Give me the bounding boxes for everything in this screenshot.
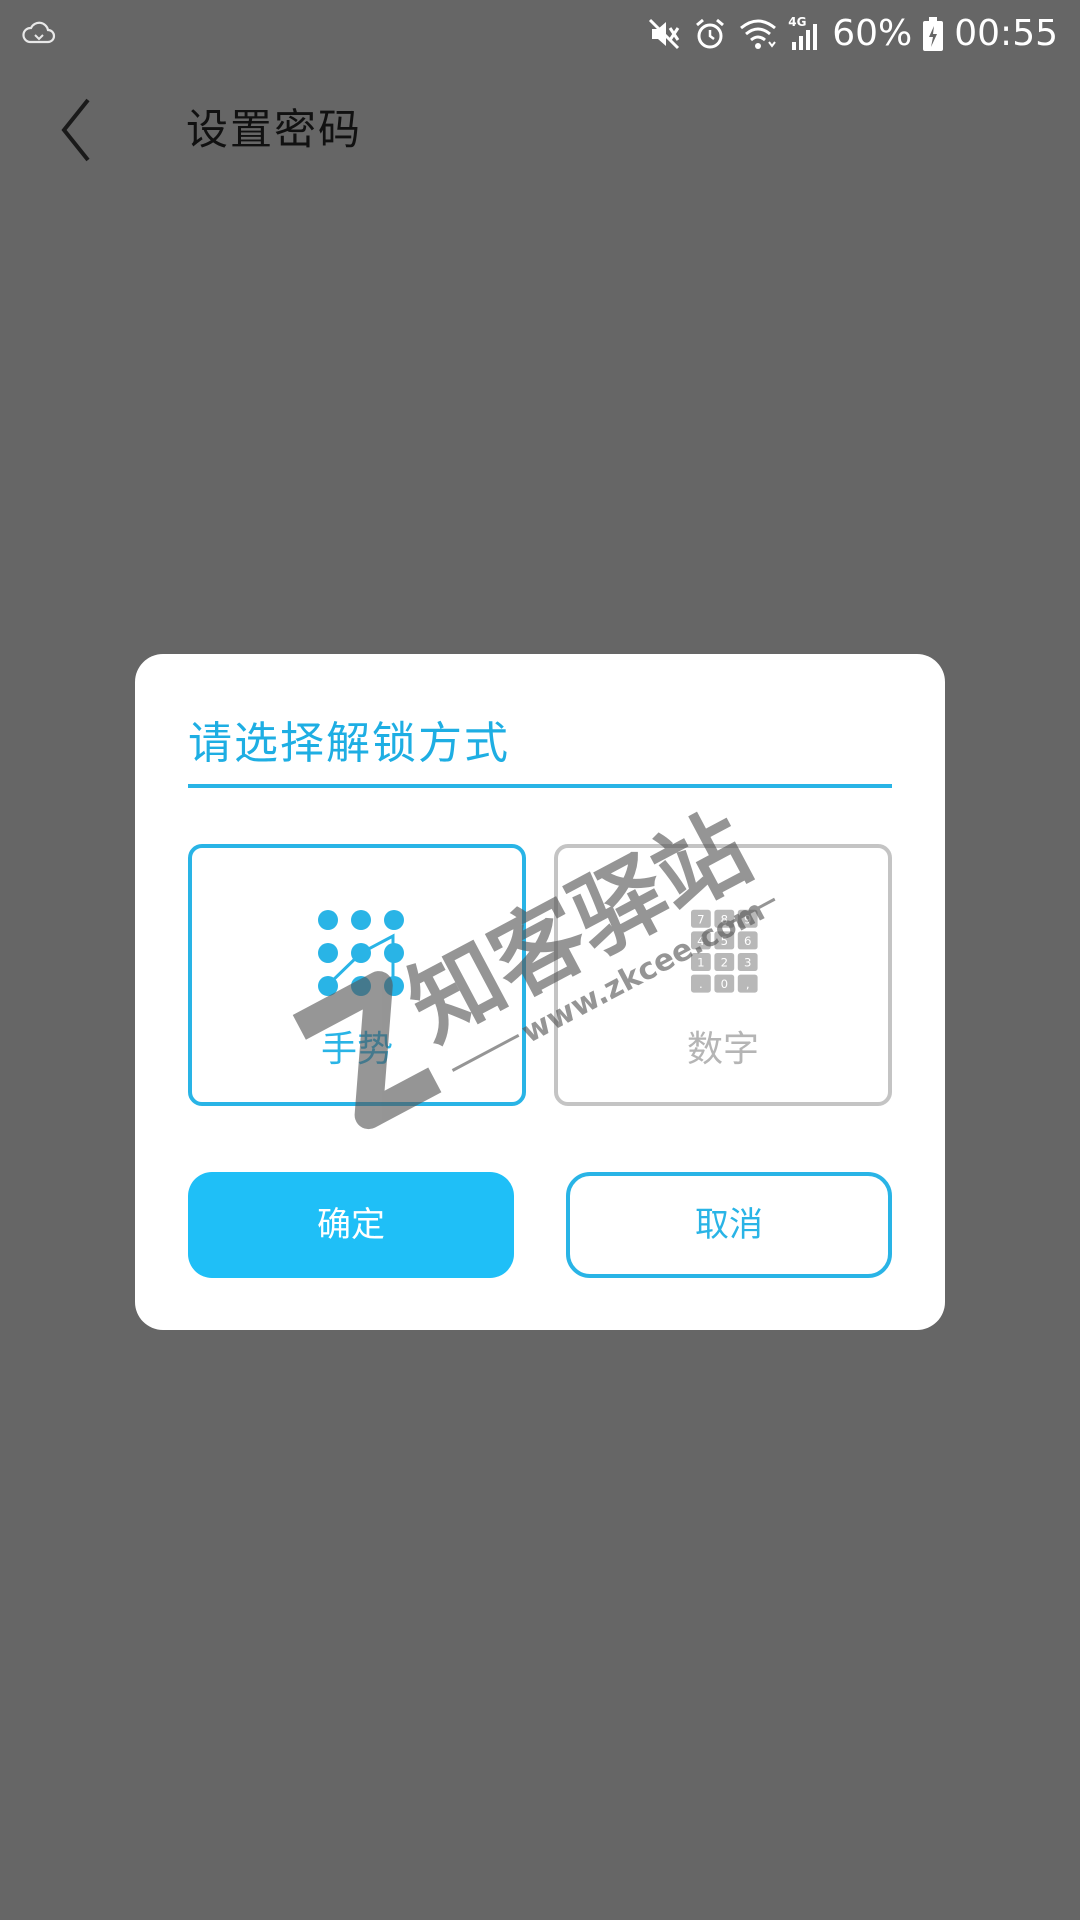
unlock-method-dialog: 请选择解锁方式 手势 7 8 9 4 5 6 1 2 3 . 0 , 数字 确定… bbox=[135, 654, 945, 1330]
key-3: 3 bbox=[744, 956, 751, 970]
key-2: 2 bbox=[721, 956, 728, 970]
clock: 00:55 bbox=[954, 13, 1058, 54]
numeric-keypad-icon: 7 8 9 4 5 6 1 2 3 . 0 , bbox=[691, 909, 758, 993]
dialog-title: 请选择解锁方式 bbox=[188, 718, 510, 769]
screen: 4G 60% 00:55 设置密码 请选择解锁方式 手势 7 8 9 4 5 6… bbox=[0, 0, 1080, 1920]
status-bar: 4G 60% 00:55 bbox=[0, 0, 1080, 68]
key-1: 1 bbox=[697, 956, 704, 970]
cancel-button[interactable]: 取消 bbox=[566, 1172, 892, 1278]
chevron-left-icon bbox=[61, 98, 90, 162]
status-icons: 4G 60% 00:55 bbox=[646, 10, 1058, 58]
key-0: 0 bbox=[721, 977, 728, 991]
key-8: 8 bbox=[721, 912, 728, 926]
mute-icon bbox=[649, 18, 680, 50]
battery-icon bbox=[923, 17, 944, 51]
key-9: 9 bbox=[744, 912, 751, 926]
key-5: 5 bbox=[721, 934, 728, 948]
option-gesture[interactable]: 手势 bbox=[188, 844, 526, 1106]
title-divider bbox=[188, 784, 892, 788]
option-gesture-label: 手势 bbox=[320, 1029, 393, 1070]
back-button[interactable] bbox=[44, 94, 108, 166]
cloud-sync-icon bbox=[22, 18, 56, 48]
battery-percent: 60% bbox=[832, 13, 913, 54]
key-dot: . bbox=[699, 977, 703, 991]
key-7: 7 bbox=[697, 912, 704, 926]
option-digits-label: 数字 bbox=[686, 1029, 759, 1070]
confirm-button[interactable]: 确定 bbox=[188, 1172, 514, 1278]
signal-icon: 4G bbox=[788, 16, 822, 52]
key-6: 6 bbox=[744, 934, 751, 948]
wifi-icon bbox=[740, 19, 777, 49]
key-comma: , bbox=[746, 977, 750, 991]
alarm-icon bbox=[696, 18, 725, 49]
pattern-grid-icon bbox=[318, 910, 404, 996]
page-title: 设置密码 bbox=[186, 105, 363, 154]
option-digits[interactable]: 7 8 9 4 5 6 1 2 3 . 0 , 数字 bbox=[554, 844, 892, 1106]
app-header: 设置密码 bbox=[0, 68, 1080, 192]
key-4: 4 bbox=[697, 934, 704, 948]
